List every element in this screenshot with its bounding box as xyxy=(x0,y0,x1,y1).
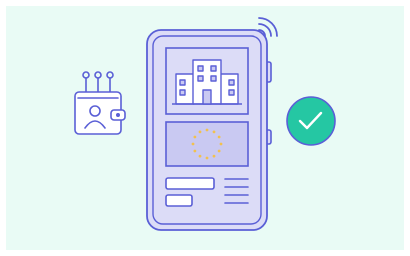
eu-flag-icon xyxy=(165,121,249,167)
eu-star-icon xyxy=(198,154,202,158)
checkmark-badge-icon xyxy=(286,96,336,146)
eu-star-icon xyxy=(219,142,223,146)
eu-star-icon xyxy=(205,128,209,132)
eu-star-icon xyxy=(193,149,197,153)
eu-star-icon xyxy=(217,149,221,153)
eu-star-icon xyxy=(212,130,216,134)
eu-star-icon xyxy=(191,142,195,146)
illustration-canvas xyxy=(74,17,336,231)
eu-star-icon xyxy=(198,130,202,134)
illustration-scene xyxy=(0,0,410,256)
eu-star-icon xyxy=(193,135,197,139)
digital-wallet-icon xyxy=(74,71,126,135)
eu-star-icon xyxy=(217,135,221,139)
eu-star-icon xyxy=(205,156,209,160)
eu-star-icon xyxy=(212,154,216,158)
